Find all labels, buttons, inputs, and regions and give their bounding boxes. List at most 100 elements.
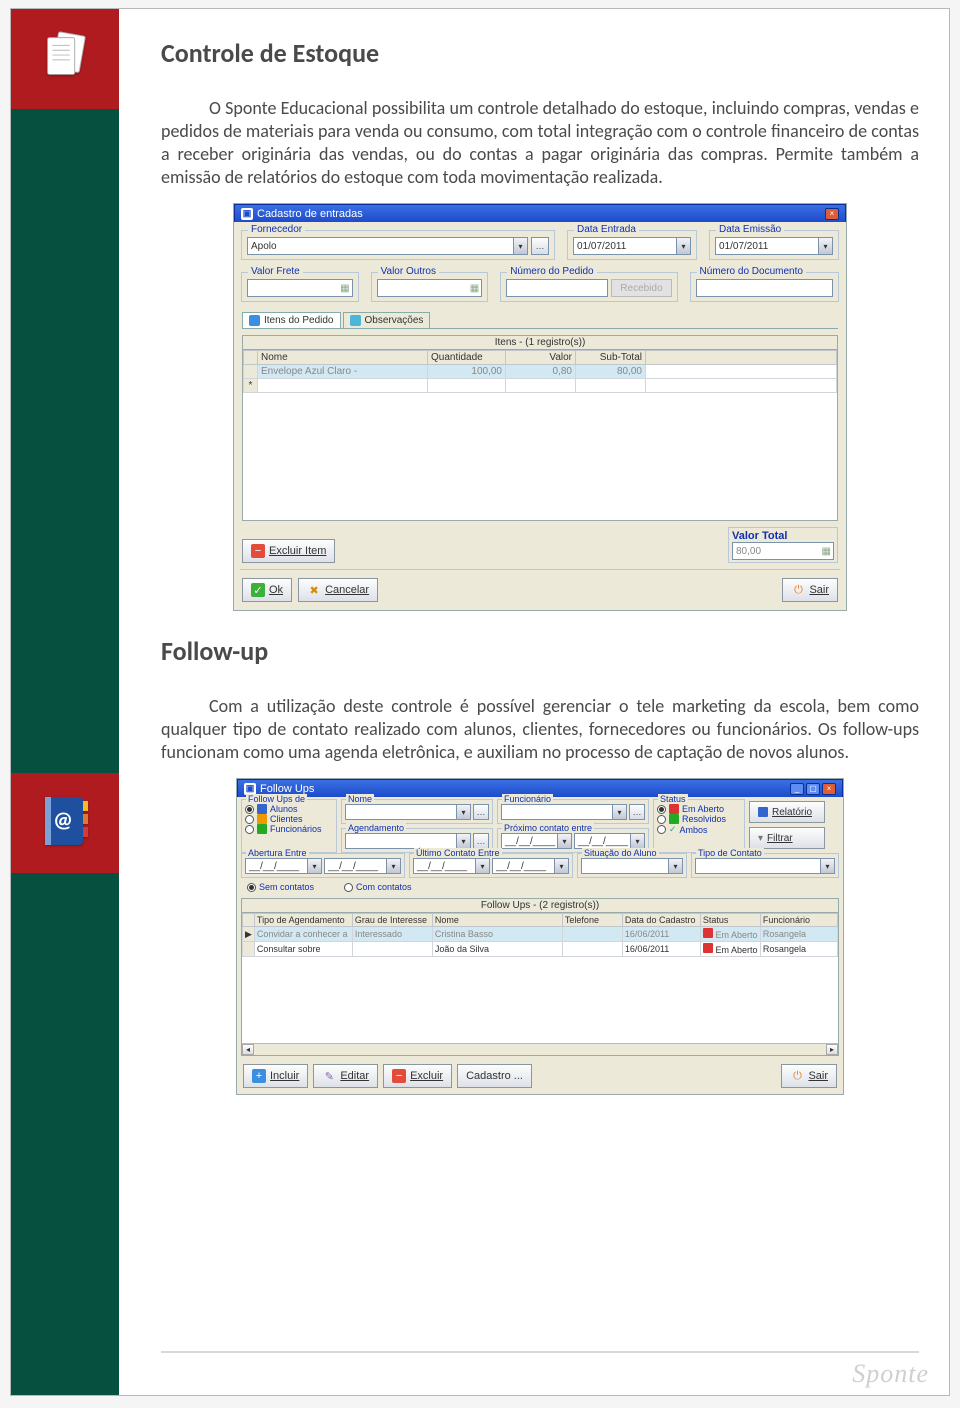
radio-alunos[interactable]: Alunos [245, 804, 333, 814]
calc-icon[interactable]: ▦ [470, 283, 479, 294]
chevron-down-icon[interactable]: ▾ [557, 834, 571, 848]
nome-dropdown[interactable]: ▾ [345, 804, 471, 820]
numero-doc-input[interactable] [696, 279, 833, 297]
numero-pedido-input[interactable] [506, 279, 608, 297]
incluir-button[interactable]: + Incluir [243, 1064, 308, 1088]
pencil-icon: ✎ [322, 1069, 336, 1083]
chevron-down-icon[interactable]: ▾ [386, 859, 400, 873]
close-icon[interactable]: × [822, 783, 836, 795]
close-icon[interactable]: × [825, 208, 839, 220]
radio-em-aberto[interactable]: Em Aberto [657, 804, 741, 814]
valor-frete-input[interactable]: ▦ [247, 279, 353, 297]
tipo-contato-dropdown[interactable]: ▾ [695, 858, 835, 874]
col-valor[interactable]: Valor [506, 351, 576, 365]
abertura-to-input[interactable]: __/__/____▾ [324, 858, 401, 874]
tab-observacoes[interactable]: Observações [343, 312, 431, 328]
excluir-item-button[interactable]: − Excluir Item [242, 539, 335, 563]
section1-heading: Controle de Estoque [161, 37, 919, 69]
browse-button[interactable]: … [531, 237, 549, 255]
data-entrada-input[interactable]: 01/07/2011 ▾ [573, 237, 691, 255]
chevron-down-icon[interactable]: ▾ [456, 834, 470, 848]
window-title: Follow Ups [260, 783, 314, 795]
content-column: Controle de Estoque O Sponte Educacional… [161, 37, 919, 1119]
ultimo-from-input[interactable]: __/__/____▾ [413, 858, 490, 874]
browse-button[interactable]: … [473, 833, 489, 849]
tab-itens-pedido[interactable]: Itens do Pedido [242, 312, 341, 328]
data-emissao-input[interactable]: 01/07/2011 ▾ [715, 237, 833, 255]
table-row[interactable]: Consultar sobre João da Silva 16/06/2011… [243, 942, 838, 957]
document-page: @ Controle de Estoque O Sponte Educacion… [10, 8, 950, 1396]
valor-outros-input[interactable]: ▦ [377, 279, 483, 297]
col-subtotal[interactable]: Sub-Total [576, 351, 646, 365]
radio-sem-contatos[interactable]: Sem contatos [247, 882, 314, 892]
col-data[interactable]: Data do Cadastro [622, 914, 700, 927]
radio-funcionarios[interactable]: Funcionários [245, 824, 333, 834]
chevron-down-icon[interactable]: ▾ [818, 238, 832, 254]
chevron-down-icon[interactable]: ▾ [820, 859, 834, 873]
scroll-left-icon[interactable]: ◂ [242, 1044, 254, 1055]
horizontal-scrollbar[interactable]: ◂ ▸ [242, 1043, 838, 1055]
chevron-down-icon[interactable]: ▾ [554, 859, 568, 873]
col-tipo-agendamento[interactable]: Tipo de Agendamento [254, 914, 352, 927]
chevron-down-icon[interactable]: ▾ [676, 238, 690, 254]
abertura-from-input[interactable]: __/__/____▾ [245, 858, 322, 874]
note-icon [350, 315, 361, 326]
valor-outros-label: Valor Outros [378, 266, 439, 277]
prox-from-input[interactable]: __/__/____▾ [501, 833, 572, 849]
cancelar-button[interactable]: ✖ Cancelar [298, 578, 378, 602]
radio-com-contatos[interactable]: Com contatos [344, 882, 412, 892]
sair-button[interactable]: ⏻ Sair [781, 1064, 837, 1088]
itens-table: Nome Quantidade Valor Sub-Total Envelope… [243, 350, 837, 393]
addressbook-icon: @ [33, 789, 97, 858]
calc-icon[interactable]: ▦ [340, 283, 349, 294]
circle-icon [669, 814, 679, 824]
excluir-button[interactable]: − Excluir [383, 1064, 452, 1088]
scroll-right-icon[interactable]: ▸ [826, 1044, 838, 1055]
check-icon: ✓ [669, 824, 677, 835]
chevron-down-icon[interactable]: ▾ [668, 859, 682, 873]
chevron-down-icon[interactable]: ▾ [612, 805, 626, 819]
chevron-down-icon[interactable]: ▾ [456, 805, 470, 819]
maximize-icon[interactable]: ▢ [806, 783, 820, 795]
table-row[interactable]: ▶ Convidar a conhecer a Interessado Cris… [243, 927, 838, 942]
svg-text:@: @ [53, 806, 73, 833]
table-row-new[interactable]: * [244, 379, 837, 393]
radio-ambos[interactable]: ✓Ambos [657, 824, 741, 835]
col-status[interactable]: Status [700, 914, 760, 927]
sair-button[interactable]: ⏻ Sair [782, 578, 838, 602]
grid-caption: Follow Ups - (2 registro(s)) [242, 899, 838, 913]
prox-to-input[interactable]: __/__/____▾ [574, 833, 645, 849]
ultimo-to-input[interactable]: __/__/____▾ [492, 858, 569, 874]
staff-icon [257, 824, 267, 834]
fornecedor-dropdown[interactable]: Apolo ▾ [247, 237, 528, 255]
chevron-down-icon[interactable]: ▾ [630, 834, 644, 848]
person-icon [257, 804, 267, 814]
col-funcionario[interactable]: Funcionário [760, 914, 837, 927]
funcionario-dropdown[interactable]: ▾ [501, 804, 627, 820]
browse-button[interactable]: … [629, 804, 645, 820]
agendamento-dropdown[interactable]: ▾ [345, 833, 471, 849]
cadastro-button[interactable]: Cadastro ... [457, 1064, 532, 1088]
chevron-down-icon[interactable]: ▾ [307, 859, 321, 873]
col-quantidade[interactable]: Quantidade [428, 351, 506, 365]
heart-icon [703, 928, 713, 938]
recebido-button: Recebido [611, 279, 671, 297]
situacao-dropdown[interactable]: ▾ [581, 858, 683, 874]
radio-resolvidos[interactable]: Resolvidos [657, 814, 741, 824]
filtrar-button[interactable]: ▾ Filtrar [749, 827, 825, 849]
col-telefone[interactable]: Telefone [562, 914, 622, 927]
col-grau[interactable]: Grau de Interesse [352, 914, 432, 927]
ok-button[interactable]: ✓ Ok [242, 578, 292, 602]
followups-table: Tipo de Agendamento Grau de Interesse No… [242, 913, 838, 957]
chevron-down-icon[interactable]: ▾ [513, 238, 527, 254]
heart-icon [703, 943, 713, 953]
chevron-down-icon[interactable]: ▾ [475, 859, 489, 873]
radio-clientes[interactable]: Clientes [245, 814, 333, 824]
minimize-icon[interactable]: _ [790, 783, 804, 795]
editar-button[interactable]: ✎ Editar [313, 1064, 378, 1088]
relatorio-button[interactable]: Relatório [749, 801, 825, 823]
browse-button[interactable]: … [473, 804, 489, 820]
table-row[interactable]: Envelope Azul Claro - 100,00 0,80 80,00 [244, 365, 837, 379]
col-nome[interactable]: Nome [432, 914, 562, 927]
col-nome[interactable]: Nome [258, 351, 428, 365]
